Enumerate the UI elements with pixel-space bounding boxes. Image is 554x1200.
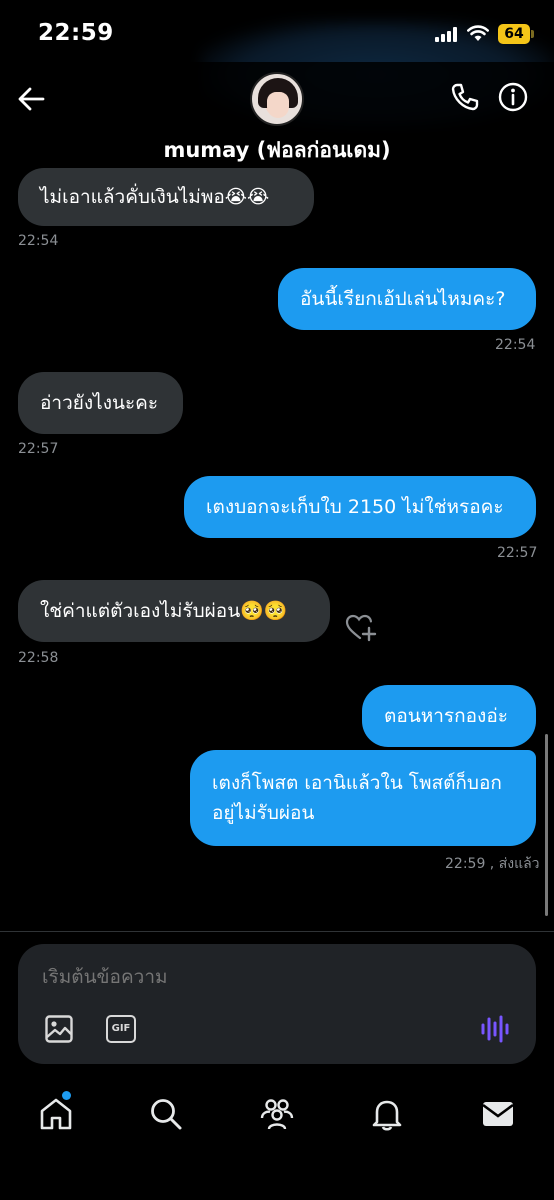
gif-icon[interactable]: GIF (106, 1015, 136, 1043)
sent-message[interactable]: เตงบอกจะเก็บใบ 2150 ไม่ใช่หรอคะ (184, 476, 536, 538)
message-text: อันนี้เรียกเอ้ปเล่นไหมคะ? (300, 288, 506, 310)
envelope-icon[interactable] (480, 1096, 516, 1132)
heart-plus-icon[interactable] (345, 612, 377, 642)
message-composer: GIF (18, 944, 536, 1064)
message-time-status: 22:59 , ส่งแล้ว (445, 856, 540, 872)
message-text: ไม่เอาแล้วคั่บเงินไม่พอ😭😭 (40, 186, 270, 208)
received-message[interactable]: ไม่เอาแล้วคั่บเงินไม่พอ😭😭 (18, 168, 314, 226)
divider (0, 931, 554, 932)
message-text: เตงบอกจะเก็บใบ 2150 ไม่ใช่หรอคะ (206, 496, 504, 518)
status-time: 22:59 (38, 20, 114, 46)
image-icon[interactable] (44, 1014, 74, 1044)
sent-message[interactable]: ตอนหารกองอ่ะ (362, 685, 536, 747)
message-text: อ่าวยังไงนะคะ (40, 392, 159, 414)
status-bar: 22:59 64 (0, 0, 554, 130)
search-icon[interactable] (148, 1096, 184, 1132)
notification-dot (62, 1091, 71, 1100)
message-text: ตอนหารกองอ่ะ (384, 705, 508, 727)
back-arrow-icon[interactable] (16, 84, 46, 114)
message-time: 22:57 (497, 545, 538, 561)
received-message[interactable]: ใช่ค่าแต่ตัวเองไม่รับผ่อน🥺🥺 (18, 580, 330, 642)
sent-message[interactable]: เตงก็โพสต เอานิแล้วใน โพสต์ก็บอก อยู่ไม่… (190, 750, 536, 846)
message-text: ใช่ค่าแต่ตัวเองไม่รับผ่อน🥺🥺 (40, 600, 288, 622)
voice-wave-icon[interactable] (480, 1014, 510, 1044)
message-time: 22:54 (18, 233, 59, 249)
battery-nub (531, 30, 534, 38)
conversation-header: mumay (ฟอลก่อนเดม) (0, 62, 554, 172)
phone-icon[interactable] (449, 81, 481, 113)
message-input[interactable] (42, 966, 482, 988)
message-time: 22:58 (18, 650, 59, 666)
message-time: 22:54 (495, 337, 536, 353)
bell-icon[interactable] (369, 1096, 405, 1132)
contact-name[interactable]: mumay (ฟอลก่อนเดม) (0, 134, 554, 167)
message-text-line2: อยู่ไม่รับผ่อน (212, 802, 315, 824)
received-message[interactable]: อ่าวยังไงนะคะ (18, 372, 183, 434)
scrollbar[interactable] (545, 734, 548, 916)
message-text-line1: เตงก็โพสต เอานิแล้วใน โพสต์ก็บอก (212, 772, 502, 794)
message-time: 22:57 (18, 441, 59, 457)
signal-icon (435, 27, 457, 42)
bottom-nav (0, 1078, 554, 1200)
communities-icon[interactable] (259, 1096, 295, 1132)
wifi-icon (467, 25, 489, 41)
avatar[interactable] (250, 72, 304, 126)
home-icon[interactable] (38, 1096, 74, 1132)
info-icon[interactable] (497, 81, 529, 113)
battery-level: 64 (498, 24, 530, 44)
sent-message[interactable]: อันนี้เรียกเอ้ปเล่นไหมคะ? (278, 268, 536, 330)
